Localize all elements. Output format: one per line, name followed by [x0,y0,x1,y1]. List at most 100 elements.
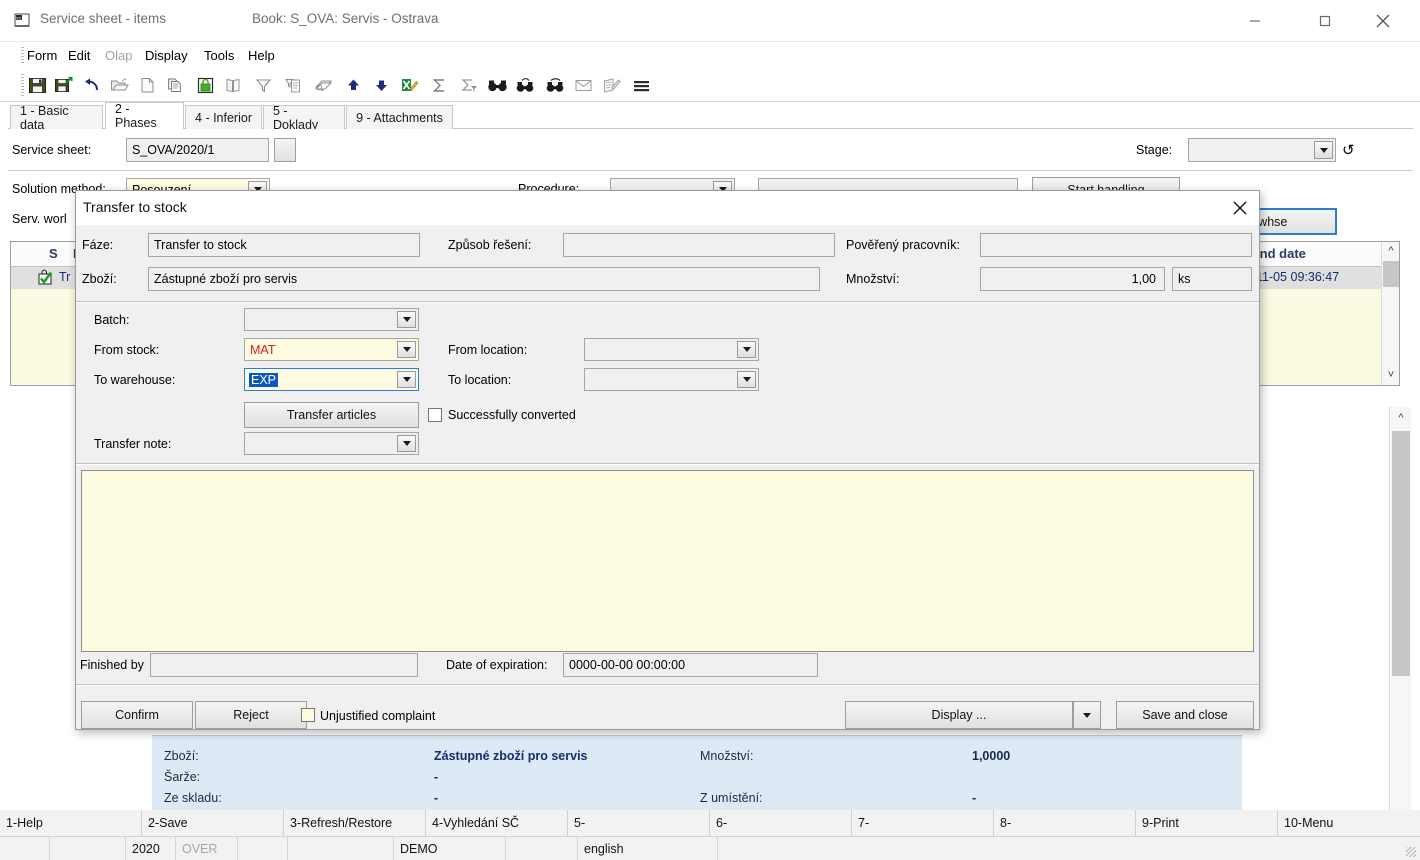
save-as-icon[interactable] [50,73,76,98]
chevron-down-icon[interactable] [397,341,416,358]
finished-by-input[interactable] [150,653,418,677]
faze-input[interactable]: Transfer to stock [148,233,420,257]
reject-button[interactable]: Reject [195,701,307,729]
save-icon[interactable] [24,73,50,98]
fkey-6[interactable]: 6- [710,810,852,836]
maximize-icon[interactable] [1302,0,1348,42]
tab-attachments[interactable]: 9 - Attachments [346,105,453,129]
unjustified-complaint-checkbox[interactable] [301,708,315,722]
zpusob-reseni-label: Způsob řešení: [448,238,531,252]
menu-item-tools[interactable]: Tools [204,48,234,63]
menu-icon[interactable] [628,73,654,98]
minimize-icon[interactable] [1232,0,1278,42]
menu-item-edit[interactable]: Edit [68,48,90,63]
status-cell-7 [506,836,578,860]
tab-phases[interactable]: 2 - Phases [105,102,184,129]
date-of-expiration-input[interactable]: 0000-00-00 00:00:00 [563,653,818,677]
chevron-down-icon[interactable] [737,341,756,358]
close-icon[interactable] [1360,0,1406,42]
notes-memo[interactable] [81,470,1254,652]
export-excel-icon[interactable] [396,73,422,98]
mail-icon[interactable] [570,73,596,98]
transfer-note-combo[interactable] [244,432,419,455]
resize-grip[interactable] [1406,847,1416,857]
mnozstvi-input[interactable]: 1,00 [980,267,1165,291]
item-info-panel: Zboží: Zástupné zboží pro servis Množstv… [152,735,1242,810]
undo-icon[interactable] [78,73,104,98]
from-location-combo[interactable] [584,338,759,361]
from-stock-combo[interactable]: MAT [244,338,419,361]
successfully-converted-checkbox[interactable] [428,408,442,422]
menubar-grip[interactable] [21,47,24,65]
fkey-10-menu[interactable]: 10-Menu [1278,810,1420,836]
chevron-up-icon[interactable]: ^ [1382,242,1400,260]
book-icon[interactable] [220,73,246,98]
batch-combo[interactable] [244,308,419,331]
fkey-4-vyhledani[interactable]: 4-Vyhledání SČ [426,810,568,836]
unit-input[interactable]: ks [1172,267,1252,291]
chevron-down-icon[interactable]: ˅ [1382,366,1400,384]
fkey-8[interactable]: 8- [994,810,1136,836]
fkey-3-refresh[interactable]: 3-Refresh/Restore [284,810,426,836]
find-next-icon[interactable] [542,73,568,98]
finished-by-label: Finished by [80,658,144,672]
display-button[interactable]: Display ... [845,701,1073,729]
service-sheet-input[interactable]: S_OVA/2020/1 [126,138,269,162]
copy-icon[interactable] [162,73,188,98]
chevron-up-icon[interactable]: ^ [1390,407,1412,429]
chevron-down-icon [1083,713,1091,718]
menubar: Form Edit Olap Display Tools Help [0,43,1420,69]
scrollbar-thumb[interactable] [1383,261,1399,287]
open-folder-icon[interactable] [106,73,132,98]
sum-icon[interactable] [426,73,452,98]
close-icon[interactable] [1225,193,1255,223]
filter-list-icon[interactable] [280,73,306,98]
edit-note-icon[interactable] [598,73,624,98]
chevron-down-icon[interactable] [397,371,416,388]
phases-grid-scrollbar[interactable]: ^ ˅ [1381,242,1399,385]
confirm-button[interactable]: Confirm [81,701,193,729]
filter-icon[interactable] [250,73,276,98]
fkey-5[interactable]: 5- [568,810,710,836]
svg-text:K2: K2 [16,15,22,20]
fkey-1-help[interactable]: 1-Help [0,810,142,836]
main-scrollbar[interactable]: ^ ˅ [1389,407,1411,860]
tab-basic-data[interactable]: 1 - Basic data [10,105,103,129]
move-up-icon[interactable] [340,73,366,98]
move-down-icon[interactable] [368,73,394,98]
povereny-pracovnik-input[interactable] [980,233,1252,257]
fkey-9-print[interactable]: 9-Print [1136,810,1278,836]
tab-doklady[interactable]: 5 - Doklady [263,105,345,129]
menu-item-display[interactable]: Display [145,48,188,63]
chevron-down-icon[interactable] [737,371,756,388]
history-icon[interactable]: ↺ [1342,141,1355,159]
status-cell-language: english [578,836,718,860]
zbozi-input[interactable]: Zástupné zboží pro servis [148,267,820,291]
info-value-mnozstvi: 1,0000 [972,749,1010,763]
transfer-articles-button[interactable]: Transfer articles [244,402,419,428]
chevron-down-icon[interactable] [397,435,416,452]
to-location-combo[interactable] [584,368,759,391]
sum-filter-icon[interactable] [456,73,482,98]
main-scrollbar-thumb[interactable] [1392,431,1410,676]
fkey-2-save[interactable]: 2-Save [142,810,284,836]
menu-item-help[interactable]: Help [248,48,275,63]
to-warehouse-combo[interactable]: EXP [244,368,419,391]
stage-combo[interactable] [1188,138,1336,162]
lock-icon[interactable] [192,73,218,98]
find-prev-icon[interactable] [512,73,538,98]
save-and-close-button[interactable]: Save and close [1116,701,1254,729]
toolbar [0,69,1420,102]
zpusob-reseni-input[interactable] [563,233,835,257]
chevron-down-icon[interactable] [397,311,416,328]
tab-inferior[interactable]: 4 - Inferior [185,105,262,129]
print-preview-icon[interactable] [310,73,336,98]
status-cell-over: OVER [176,836,238,860]
service-sheet-lookup-button[interactable] [274,138,296,162]
menu-item-form[interactable]: Form [27,48,57,63]
fkey-7[interactable]: 7- [852,810,994,836]
display-dropdown-button[interactable] [1073,701,1101,729]
chevron-down-icon[interactable] [1314,141,1333,159]
new-document-icon[interactable] [134,73,160,98]
find-icon[interactable] [484,73,510,98]
